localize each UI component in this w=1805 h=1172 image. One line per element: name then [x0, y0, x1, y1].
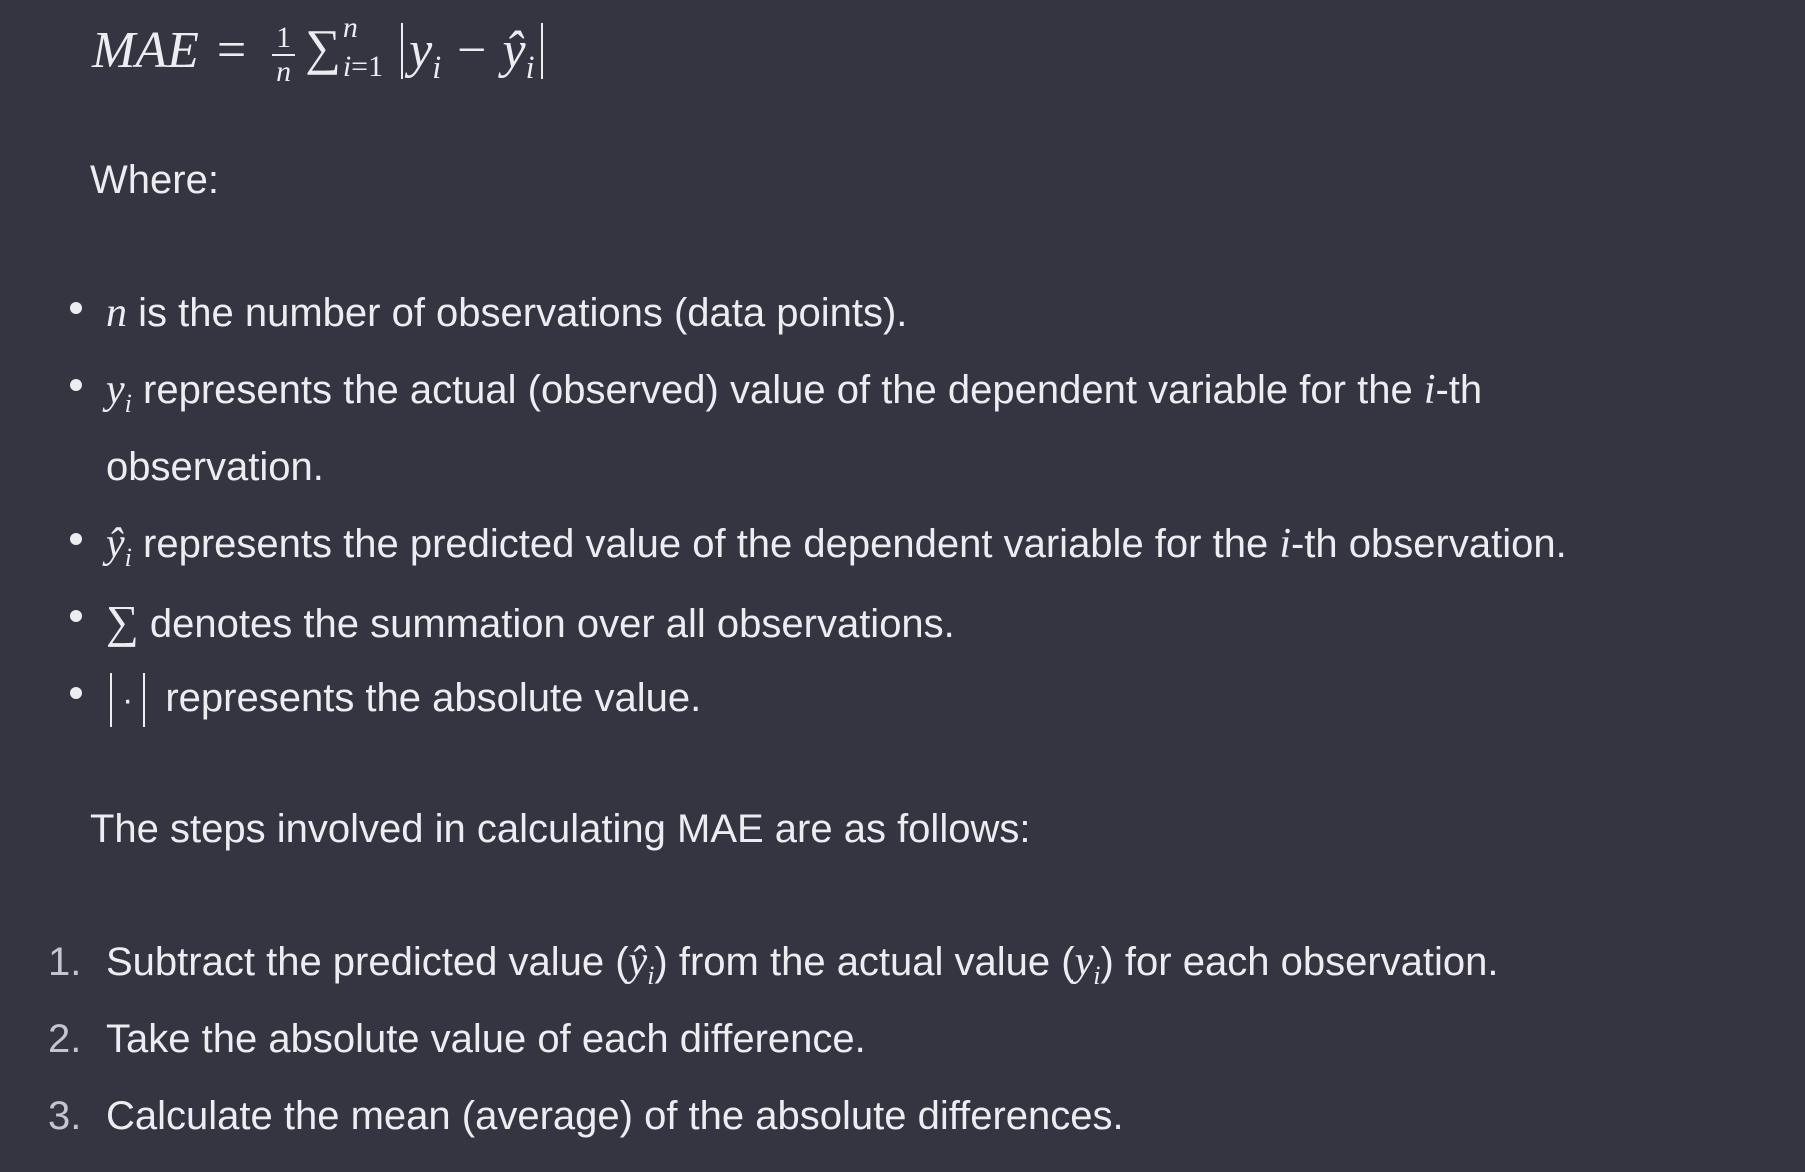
- step-number: 3.: [48, 1094, 82, 1138]
- sigma-symbol: ∑: [106, 596, 139, 647]
- list-item: ∑ denotes the summation over all observa…: [106, 583, 955, 663]
- step-text-post: ) for each observation.: [1100, 940, 1499, 984]
- i-symbol: i: [1279, 521, 1291, 567]
- y-symbol: y: [1074, 939, 1094, 985]
- abs-bar-right: [143, 673, 146, 728]
- y-symbol: y: [106, 367, 125, 413]
- bullet-dot: [70, 302, 82, 314]
- bullet-dot: [70, 379, 82, 391]
- bullet-text: represents the absolute value.: [165, 676, 702, 720]
- bullet-text: is the number of observations (data poin…: [127, 291, 908, 335]
- yhat-i-symbol: ŷi: [628, 939, 655, 990]
- n-symbol: n: [106, 290, 127, 336]
- summation: ∑ n i=1: [305, 13, 384, 83]
- yhat-symbol: ŷ: [502, 21, 526, 79]
- step-number: 1.: [48, 940, 82, 984]
- subscript-i: i: [647, 961, 655, 991]
- yhat-i-symbol: ŷi: [106, 521, 132, 572]
- abs-bar-left: [110, 673, 112, 728]
- sum-lower-rest: =1: [351, 49, 384, 83]
- y-symbol: y: [409, 21, 433, 79]
- bullet-text: denotes the summation over all observati…: [138, 602, 955, 646]
- step-item: Take the absolute value of each differen…: [106, 1017, 866, 1061]
- bullet-text-after: -th: [1435, 368, 1483, 412]
- where-label: Where:: [90, 158, 219, 202]
- list-item: n is the number of observations (data po…: [106, 275, 907, 352]
- list-item: · represents the absolute value.: [106, 660, 701, 737]
- abs-bar-right: [540, 22, 543, 79]
- yhat-symbol: ŷ: [628, 939, 648, 985]
- list-item: ŷi represents the predicted value of the…: [106, 506, 1567, 587]
- steps-intro: The steps involved in calculating MAE ar…: [90, 807, 1031, 851]
- i-symbol: i: [1423, 367, 1436, 413]
- formula-equals: =: [216, 21, 247, 79]
- yhat-subscript: i: [525, 48, 535, 85]
- fraction-numerator: 1: [272, 22, 296, 56]
- yhat-symbol: ŷ: [106, 521, 125, 567]
- y-i-symbol: yi: [106, 367, 132, 418]
- formula-fraction: 1 n: [272, 22, 296, 88]
- list-item: yi represents the actual (observed) valu…: [106, 352, 1482, 433]
- bullet-dot: [70, 610, 82, 622]
- step-item: Calculate the mean (average) of the abso…: [106, 1094, 1124, 1138]
- formula-minus: −: [457, 21, 487, 79]
- list-item-continuation: observation.: [106, 445, 324, 489]
- step-text-pre: Subtract the predicted value (: [106, 940, 629, 984]
- bullet-dot: [70, 533, 82, 545]
- step-number: 2.: [48, 1017, 82, 1061]
- sum-lower-limit: i=1: [342, 49, 384, 83]
- sum-lower-var: i: [342, 49, 352, 83]
- sigma-symbol: ∑: [305, 19, 341, 75]
- page: MAE = 1 n ∑ n i=1 yi − ŷi Where: n is th…: [0, 0, 1805, 1172]
- y-subscript: i: [432, 48, 442, 85]
- bullet-text: represents the actual (observed) value o…: [131, 368, 1424, 412]
- formula-yhat: ŷi: [502, 21, 534, 83]
- step-item: Subtract the predicted value (ŷi) from t…: [106, 924, 1499, 1005]
- subscript-i: i: [124, 389, 132, 419]
- formula-y: yi: [409, 21, 441, 83]
- abs-dot: ·: [122, 680, 134, 719]
- bullet-text-after: -th observation.: [1290, 522, 1567, 566]
- absolute-value-symbol: ·: [106, 673, 155, 728]
- bullet-dot: [70, 687, 82, 699]
- subscript-i: i: [1093, 961, 1101, 991]
- subscript-i: i: [124, 543, 132, 573]
- mae-formula: MAE = 1 n ∑ n i=1 yi − ŷi: [92, 13, 549, 87]
- fraction-denominator: n: [276, 54, 292, 88]
- sum-limits: n i=1: [342, 13, 384, 83]
- bullet-text: represents the predicted value of the de…: [131, 522, 1280, 566]
- formula-lhs: MAE: [92, 21, 199, 79]
- y-i-symbol: yi: [1074, 939, 1101, 990]
- step-text-mid: ) from the actual value (: [654, 940, 1075, 984]
- abs-bar-left: [401, 22, 404, 79]
- sum-upper-limit: n: [342, 11, 358, 44]
